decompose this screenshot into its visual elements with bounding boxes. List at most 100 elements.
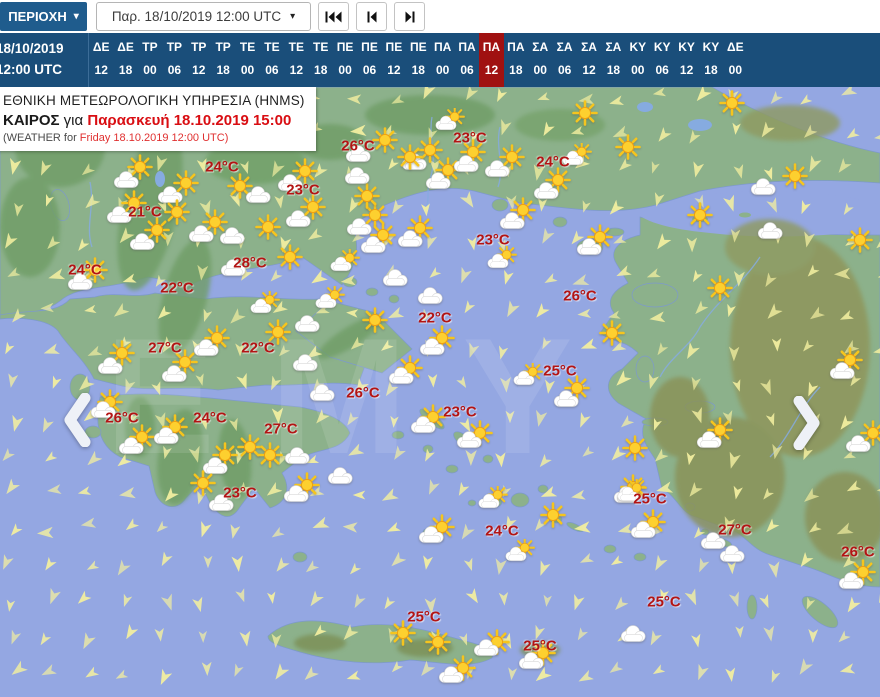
timeline-step-hour: 00	[728, 63, 743, 77]
timeline-step-hour: 18	[606, 63, 621, 77]
datetime-dropdown-value: Παρ. 18/10/2019 12:00 UTC	[111, 9, 282, 24]
timeline-step-day: ΚΥ	[653, 40, 671, 54]
timeline-step-day: ΣΑ	[581, 40, 597, 54]
step-forward-icon	[405, 11, 414, 22]
agency-title: ΕΘΝΙΚΗ ΜΕΤΕΩΡΟΛΟΓΙΚΗ ΥΠΗΡΕΣΙΑ (HNMS)	[3, 93, 305, 108]
timeline-steps: ΔΕ 12 ΔΕ 18 ΤΡ 00 ΤΡ 06 ΤΡ 12 ΤΡ 18 ΤΕ 00 ΤΕ 06 ΤΕ 12 ΤΕ 18…	[88, 33, 748, 87]
timeline-step[interactable]: ΤΡ 12	[187, 33, 211, 87]
timeline-step-hour: 06	[655, 63, 669, 77]
timeline-step-day: ΣΑ	[532, 40, 549, 54]
timeline-step-day: ΠΑ	[482, 40, 501, 54]
timeline-step-hour: 18	[216, 63, 230, 77]
timeline-step[interactable]: ΤΡ 18	[211, 33, 235, 87]
timeline-step[interactable]: ΤΕ 18	[309, 33, 333, 87]
timeline-step-day: ΚΥ	[702, 40, 720, 54]
timeline-step-hour: 06	[167, 63, 182, 77]
timeline-step[interactable]: ΠΕ 00	[333, 33, 357, 87]
skip-to-start-button[interactable]	[318, 2, 349, 31]
previous-frame-chevron[interactable]	[62, 393, 92, 447]
step-forward-button[interactable]	[394, 2, 425, 31]
timeline-step-day: ΠΑ	[458, 40, 476, 54]
timeline-step-day: ΤΕ	[288, 40, 304, 54]
timeline-step[interactable]: ΤΕ 06	[260, 33, 284, 87]
timeline-step-hour: 12	[484, 63, 499, 77]
timeline-step-hour: 00	[631, 63, 645, 77]
chevron-down-icon: ▾	[73, 11, 79, 22]
timeline-step-day: ΤΕ	[313, 40, 329, 54]
forecast-infobox: ΕΘΝΙΚΗ ΜΕΤΕΩΡΟΛΟΓΙΚΗ ΥΠΗΡΕΣΙΑ (HNMS) ΚΑΙ…	[0, 87, 316, 151]
timeline-step-day: ΚΥ	[629, 40, 647, 54]
timeline-step-hour: 12	[679, 63, 694, 77]
timeline-step-hour: 18	[509, 63, 523, 77]
timeline-step[interactable]: ΚΥ 12	[674, 33, 698, 87]
timeline-step[interactable]: ΚΥ 00	[626, 33, 650, 87]
map-terrain	[0, 87, 880, 697]
timeline-step-hour: 00	[435, 63, 450, 77]
chevron-down-icon: ▾	[290, 11, 296, 22]
timeline-step-hour: 00	[240, 63, 255, 77]
timeline-step[interactable]: ΠΑ 12	[479, 33, 504, 87]
forecast-timeline: 18/10/2019 12:00 UTC ΔΕ 12 ΔΕ 18 ΤΡ 00 ΤΡ 06 ΤΡ 12…	[0, 33, 880, 87]
timeline-step-day: ΠΕ	[409, 40, 427, 54]
timeline-step[interactable]: ΔΕ 18	[113, 33, 137, 87]
timeline-step-day: ΠΕ	[361, 40, 378, 54]
forecast-title: ΚΑΙΡΟΣ για Παρασκευή 18.10.2019 15:00	[3, 112, 292, 129]
timeline-step-hour: 18	[314, 63, 328, 77]
timeline-step-day: ΣΑ	[605, 40, 622, 54]
timeline-step-hour: 12	[192, 63, 206, 77]
timeline-step-hour: 06	[460, 63, 474, 77]
timeline-current-datetime: 18/10/2019 12:00 UTC	[0, 41, 64, 77]
timeline-step[interactable]: ΠΑ 00	[430, 33, 454, 87]
timeline-step[interactable]: ΔΕ 00	[723, 33, 747, 87]
timeline-step-hour: 12	[582, 63, 596, 77]
timeline-step-hour: 18	[118, 63, 133, 77]
timeline-step-hour: 12	[94, 63, 108, 77]
timeline-step[interactable]: ΠΕ 06	[357, 33, 381, 87]
weather-map[interactable]: EMY 21°C24°C23°C26°C23°C24°C23°C24°C28°C…	[0, 87, 880, 697]
next-frame-chevron[interactable]	[792, 396, 822, 450]
timeline-step-hour: 00	[533, 63, 547, 77]
timeline-step[interactable]: ΚΥ 18	[699, 33, 723, 87]
region-dropdown-label: ΠΕΡΙΟΧΗ	[8, 9, 67, 24]
timeline-step[interactable]: ΠΑ 18	[504, 33, 528, 87]
timeline-step-day: ΣΑ	[556, 40, 573, 54]
timeline-step[interactable]: ΣΑ 06	[552, 33, 576, 87]
timeline-step-day: ΤΡ	[166, 40, 183, 54]
datetime-dropdown[interactable]: Παρ. 18/10/2019 12:00 UTC ▾	[96, 2, 311, 31]
timeline-step-day: ΤΡ	[142, 40, 158, 54]
timeline-step-hour: 12	[387, 63, 401, 77]
timeline-step[interactable]: ΤΡ 00	[138, 33, 162, 87]
timeline-step-day: ΔΕ	[92, 40, 110, 54]
timeline-step-hour: 18	[411, 63, 425, 77]
timeline-step[interactable]: ΤΕ 00	[235, 33, 259, 87]
region-dropdown-button[interactable]: ΠΕΡΙΟΧΗ ▾	[0, 2, 87, 31]
timeline-step-hour: 06	[265, 63, 279, 77]
timeline-step-hour: 00	[338, 63, 352, 77]
timeline-step-hour: 12	[289, 63, 303, 77]
timeline-step[interactable]: ΤΕ 12	[284, 33, 308, 87]
timeline-step-day: ΔΕ	[727, 40, 744, 54]
timeline-step[interactable]: ΔΕ 12	[89, 33, 113, 87]
timeline-step-day: ΠΕ	[385, 40, 403, 54]
timeline-step-day: ΤΡ	[191, 40, 207, 54]
timeline-step[interactable]: ΠΑ 06	[455, 33, 479, 87]
timeline-step[interactable]: ΚΥ 06	[650, 33, 674, 87]
timeline-step-day: ΠΑ	[433, 40, 452, 54]
timeline-step-hour: 18	[704, 63, 718, 77]
timeline-step-day: ΤΕ	[239, 40, 256, 54]
timeline-step-hour: 06	[362, 63, 377, 77]
timeline-step-day: ΠΑ	[507, 40, 525, 54]
timeline-step[interactable]: ΠΕ 12	[382, 33, 406, 87]
timeline-step[interactable]: ΣΑ 18	[601, 33, 625, 87]
weather-app: ΠΕΡΙΟΧΗ ▾ Παρ. 18/10/2019 12:00 UTC ▾ 18…	[0, 0, 880, 697]
timeline-step-day: ΤΕ	[264, 40, 280, 54]
step-back-button[interactable]	[356, 2, 387, 31]
timeline-step-day: ΠΕ	[336, 40, 354, 54]
timeline-step[interactable]: ΣΑ 00	[528, 33, 552, 87]
timeline-step[interactable]: ΤΡ 06	[162, 33, 186, 87]
timeline-step[interactable]: ΣΑ 12	[577, 33, 601, 87]
timeline-step-day: ΔΕ	[117, 40, 134, 54]
timeline-step[interactable]: ΠΕ 18	[406, 33, 430, 87]
step-back-icon	[367, 11, 376, 22]
timeline-step-hour: 00	[143, 63, 157, 77]
